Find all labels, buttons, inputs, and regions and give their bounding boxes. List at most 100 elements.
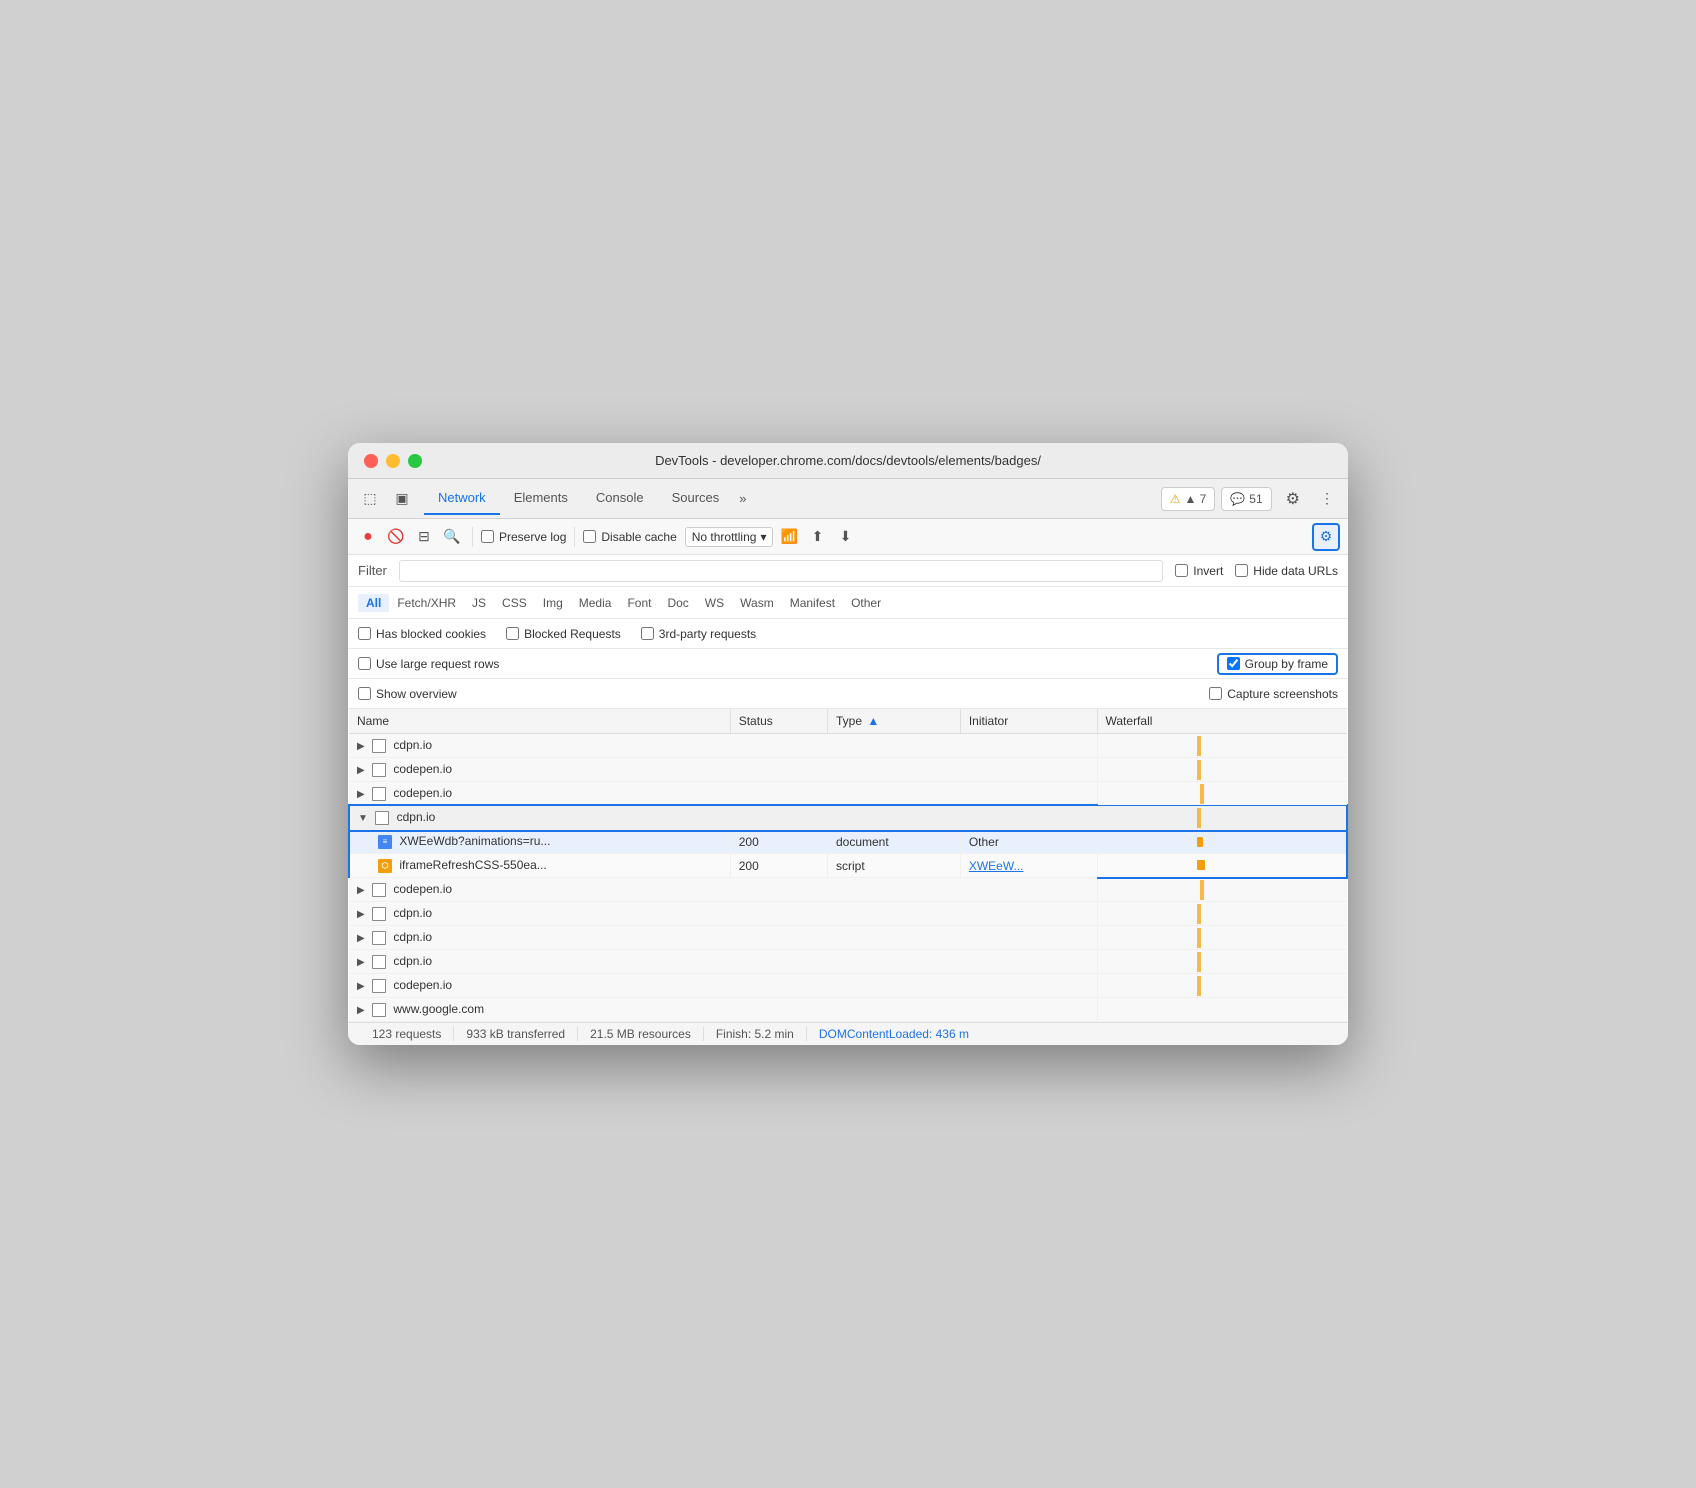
tab-elements[interactable]: Elements	[500, 482, 582, 515]
frame-icon	[372, 787, 386, 801]
group-name-cell[interactable]: ▶ codepen.io	[349, 974, 1097, 998]
table-row[interactable]: ▶ cdpn.io	[349, 950, 1347, 974]
table-row[interactable]: ▶ codepen.io	[349, 758, 1347, 782]
col-header-status[interactable]: Status	[730, 709, 827, 734]
more-options-icon[interactable]: ⋮	[1314, 486, 1340, 511]
disable-cache-checkbox[interactable]	[583, 530, 596, 543]
blocked-cookies-label[interactable]: Has blocked cookies	[358, 627, 486, 641]
status-cell: 200	[730, 854, 827, 878]
group-name-cell[interactable]: ▶ cdpn.io	[349, 950, 1097, 974]
throttling-select[interactable]: No throttling ▾	[685, 527, 774, 547]
table-row[interactable]: ▼ cdpn.io	[349, 806, 1347, 830]
device-icon[interactable]: ▣	[388, 485, 416, 513]
table-row[interactable]: ▶ cdpn.io	[349, 902, 1347, 926]
tab-overflow[interactable]: »	[733, 483, 752, 514]
filter-type-wasm[interactable]: Wasm	[732, 594, 782, 612]
filter-type-doc[interactable]: Doc	[659, 594, 696, 612]
filter-row: Filter Invert Hide data URLs	[348, 555, 1348, 587]
col-header-name[interactable]: Name	[349, 709, 730, 734]
invert-checkbox[interactable]	[1175, 564, 1188, 577]
filter-type-img[interactable]: Img	[535, 594, 571, 612]
third-party-checkbox[interactable]	[641, 627, 654, 640]
hide-data-urls-label[interactable]: Hide data URLs	[1235, 564, 1338, 578]
invert-label[interactable]: Invert	[1175, 564, 1223, 578]
minimize-button[interactable]	[386, 454, 400, 468]
group-by-frame-label[interactable]: Group by frame	[1227, 657, 1328, 671]
upload-icon[interactable]: ⬆	[805, 525, 829, 549]
group-name-cell[interactable]: ▼ cdpn.io	[349, 806, 1097, 830]
filter-type-fetch[interactable]: Fetch/XHR	[389, 594, 464, 612]
waterfall-cell	[1097, 902, 1347, 926]
block-icon[interactable]: 🚫	[384, 525, 408, 549]
tab-console[interactable]: Console	[582, 482, 658, 515]
expand-icon: ▶	[357, 1005, 365, 1016]
col-header-initiator[interactable]: Initiator	[960, 709, 1097, 734]
col-header-type[interactable]: Type ▲	[827, 709, 960, 734]
table-row[interactable]: ▶ cdpn.io	[349, 734, 1347, 758]
wifi-icon[interactable]: 📶	[777, 525, 801, 549]
large-rows-checkbox[interactable]	[358, 657, 371, 670]
filter-icon[interactable]: ⊟	[412, 525, 436, 549]
blocked-requests-label[interactable]: Blocked Requests	[506, 627, 621, 641]
record-icon[interactable]: ●	[356, 525, 380, 549]
settings-gear-icon[interactable]: ⚙	[1278, 485, 1308, 513]
table-row[interactable]: ▶ codepen.io	[349, 878, 1347, 902]
waterfall-cell	[1097, 830, 1347, 854]
hide-data-urls-checkbox[interactable]	[1235, 564, 1248, 577]
preserve-log-checkbox[interactable]	[481, 530, 494, 543]
filter-type-ws[interactable]: WS	[697, 594, 732, 612]
table-row[interactable]: ▶ codepen.io	[349, 782, 1347, 806]
group-name-cell[interactable]: ▶ cdpn.io	[349, 734, 1097, 758]
filter-type-all[interactable]: All	[358, 594, 389, 612]
network-toolbar: ● 🚫 ⊟ 🔍 Preserve log Disable cache No th…	[348, 519, 1348, 555]
blocked-cookies-checkbox[interactable]	[358, 627, 371, 640]
frame-icon	[372, 931, 386, 945]
file-name-cell[interactable]: ⬡ iframeRefreshCSS-550ea...	[349, 854, 730, 878]
table-row[interactable]: ⬡ iframeRefreshCSS-550ea... 200 script X…	[349, 854, 1347, 878]
type-cell: script	[827, 854, 960, 878]
filter-type-js[interactable]: JS	[464, 594, 494, 612]
cursor-icon[interactable]: ⬚	[356, 485, 384, 513]
tab-sources[interactable]: Sources	[658, 482, 734, 515]
blocked-requests-checkbox[interactable]	[506, 627, 519, 640]
preserve-log-label[interactable]: Preserve log	[481, 530, 566, 544]
col-header-waterfall[interactable]: Waterfall	[1097, 709, 1347, 734]
maximize-button[interactable]	[408, 454, 422, 468]
group-name-cell[interactable]: ▶ cdpn.io	[349, 926, 1097, 950]
file-name-cell[interactable]: ≡ XWEeWdb?animations=ru...	[349, 830, 730, 854]
frame-icon	[372, 1003, 386, 1017]
frame-icon	[375, 811, 389, 825]
warnings-badge[interactable]: ⚠ ▲ 7	[1161, 487, 1216, 511]
large-rows-label[interactable]: Use large request rows	[358, 657, 499, 671]
network-settings-icon[interactable]: ⚙	[1312, 523, 1340, 551]
table-row[interactable]: ≡ XWEeWdb?animations=ru... 200 document …	[349, 830, 1347, 854]
download-icon[interactable]: ⬇	[833, 525, 857, 549]
table-row[interactable]: ▶ codepen.io	[349, 974, 1347, 998]
search-icon[interactable]: 🔍	[440, 525, 464, 549]
filter-type-css[interactable]: CSS	[494, 594, 535, 612]
group-name-cell[interactable]: ▶ cdpn.io	[349, 902, 1097, 926]
frame-icon	[372, 883, 386, 897]
initiator-link[interactable]: XWEeW...	[969, 859, 1024, 873]
tab-icons: ⬚ ▣	[356, 485, 416, 513]
disable-cache-label[interactable]: Disable cache	[583, 530, 676, 544]
group-by-frame-checkbox[interactable]	[1227, 657, 1240, 670]
close-button[interactable]	[364, 454, 378, 468]
filter-type-font[interactable]: Font	[619, 594, 659, 612]
tab-network[interactable]: Network	[424, 482, 500, 515]
table-row[interactable]: ▶ cdpn.io	[349, 926, 1347, 950]
filter-type-media[interactable]: Media	[571, 594, 620, 612]
messages-badge[interactable]: 💬 51	[1221, 487, 1271, 511]
capture-screenshots-label[interactable]: Capture screenshots	[1209, 687, 1338, 701]
group-name-cell[interactable]: ▶ codepen.io	[349, 782, 1097, 806]
show-overview-label[interactable]: Show overview	[358, 687, 457, 701]
group-name-cell[interactable]: ▶ codepen.io	[349, 878, 1097, 902]
filter-type-other[interactable]: Other	[843, 594, 889, 612]
capture-screenshots-checkbox[interactable]	[1209, 687, 1222, 700]
table-row[interactable]: ▶ www.google.com	[349, 998, 1347, 1022]
group-name-cell[interactable]: ▶ www.google.com	[349, 998, 1097, 1022]
third-party-label[interactable]: 3rd-party requests	[641, 627, 756, 641]
group-name-cell[interactable]: ▶ codepen.io	[349, 758, 1097, 782]
filter-type-manifest[interactable]: Manifest	[782, 594, 843, 612]
show-overview-checkbox[interactable]	[358, 687, 371, 700]
